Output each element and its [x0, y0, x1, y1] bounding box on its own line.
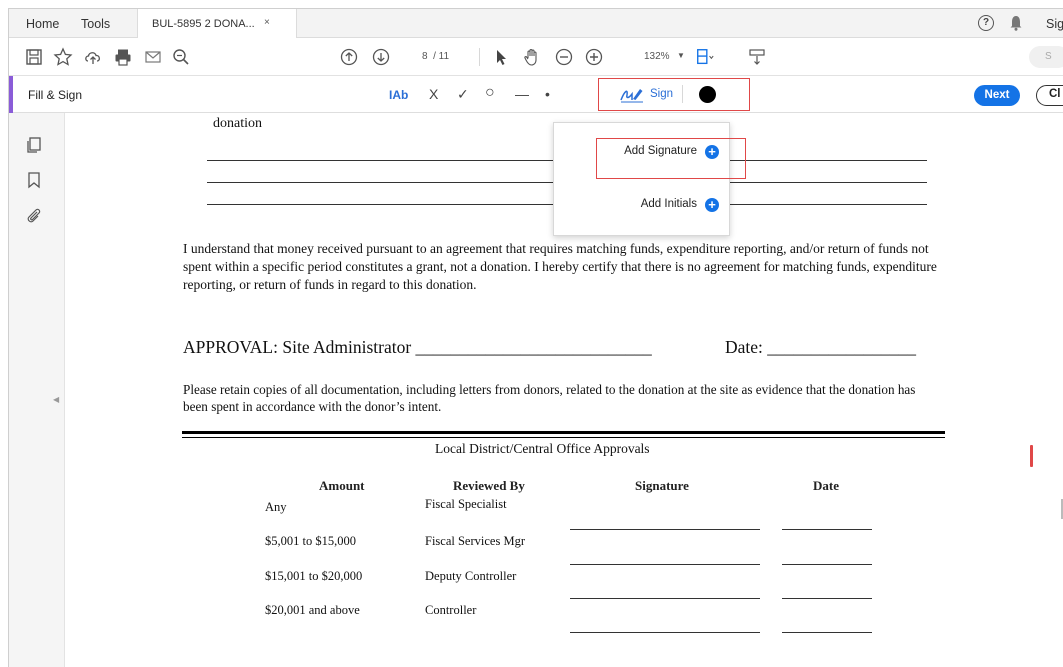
- signature-line: [570, 598, 760, 599]
- date-line: [782, 564, 872, 565]
- page-number-display[interactable]: 8 / 11: [422, 51, 449, 62]
- signature-line: [570, 529, 760, 530]
- signature-pen-icon[interactable]: [619, 86, 645, 103]
- table-cell-amount: $15,001 to $20,000: [265, 569, 363, 583]
- table-cell-reviewer: Fiscal Specialist: [425, 497, 507, 511]
- share-button-label: S: [1045, 51, 1052, 62]
- tab-document-label: BUL-5895 2 DONA...: [152, 18, 255, 30]
- fill-sign-accent-bar: [9, 76, 13, 113]
- table-cell-amount: $20,001 and above: [265, 603, 360, 617]
- approvals-section-title: Local District/Central Office Approvals: [435, 441, 650, 456]
- tab-bar: Home Tools BUL-5895 2 DONA... × ? Sig: [9, 9, 1063, 38]
- line-tool[interactable]: —: [515, 86, 529, 102]
- upload-cloud-icon[interactable]: [83, 47, 103, 67]
- hand-tool-icon[interactable]: [522, 47, 542, 67]
- ellipse-tool[interactable]: ○: [485, 84, 495, 102]
- retain-copies-paragraph: Please retain copies of all documentatio…: [183, 382, 916, 414]
- email-icon[interactable]: [143, 47, 163, 67]
- signature-line: [570, 564, 760, 565]
- add-initials-plus-icon: +: [705, 198, 719, 212]
- add-initials-menu-item[interactable]: Add Initials +: [641, 198, 719, 212]
- main-toolbar: 8 / 11 132% ▼ S: [9, 38, 1063, 76]
- select-cursor-icon[interactable]: [491, 47, 511, 67]
- toolbar-divider: [479, 48, 480, 66]
- collapse-panel-icon[interactable]: ◀: [53, 395, 59, 404]
- column-header-signature: Signature: [635, 478, 689, 493]
- add-text-tool[interactable]: IAb: [389, 86, 408, 102]
- tab-document[interactable]: BUL-5895 2 DONA... ×: [137, 9, 297, 38]
- fill-sign-toolbar: Fill & Sign IAb X ✓ ○ — • Sign Next Cl: [9, 76, 1063, 113]
- previous-page-icon[interactable]: [339, 47, 359, 67]
- tab-tools[interactable]: Tools: [81, 17, 110, 31]
- sign-divider: [682, 85, 683, 103]
- approval-line: APPROVAL: Site Administrator ___________…: [183, 337, 652, 357]
- left-navigation-rail: ◀: [9, 113, 65, 667]
- sign-in-link[interactable]: Sig: [1046, 17, 1063, 31]
- next-page-icon[interactable]: [371, 47, 391, 67]
- zoom-level[interactable]: 132%: [644, 51, 670, 62]
- section-divider-thick: [182, 431, 945, 434]
- save-icon[interactable]: [24, 47, 44, 67]
- add-initials-label: Add Initials: [640, 198, 697, 210]
- date-line: [782, 529, 872, 530]
- dot-tool[interactable]: •: [545, 86, 550, 102]
- cross-mark-tool[interactable]: X: [429, 86, 438, 102]
- close-button-label: Cl: [1049, 88, 1061, 100]
- red-annotation-mark: [1030, 445, 1033, 467]
- section-divider-thin: [182, 437, 945, 438]
- share-button[interactable]: S: [1029, 46, 1063, 68]
- page-current[interactable]: 8: [422, 51, 428, 62]
- close-fill-sign-button[interactable]: Cl: [1036, 85, 1063, 106]
- table-cell-reviewer: Controller: [425, 603, 477, 617]
- bookmarks-icon[interactable]: [25, 171, 43, 189]
- page-thumbnails-icon[interactable]: [25, 136, 43, 154]
- column-header-date: Date: [813, 478, 839, 493]
- date-line: [782, 632, 872, 633]
- help-icon[interactable]: ?: [978, 15, 994, 31]
- page-total: / 11: [433, 51, 450, 62]
- next-button[interactable]: Next: [974, 85, 1020, 106]
- zoom-out-icon[interactable]: [554, 47, 574, 67]
- approval-date-line: Date: _________________: [725, 337, 917, 357]
- checkmark-tool[interactable]: ✓: [457, 86, 469, 103]
- add-text-tool-label: Ab: [392, 88, 409, 102]
- zoom-in-icon[interactable]: [584, 47, 604, 67]
- sign-button[interactable]: Sign: [650, 88, 673, 100]
- attachments-icon[interactable]: [25, 207, 43, 225]
- tab-home[interactable]: Home: [26, 17, 59, 31]
- table-cell-reviewer: Fiscal Services Mgr: [425, 534, 525, 548]
- column-header-amount: Amount: [319, 478, 365, 493]
- keyboard-scroll-icon[interactable]: [747, 47, 767, 67]
- add-signature-highlight: [596, 138, 746, 179]
- table-cell-reviewer: Deputy Controller: [425, 569, 517, 583]
- ink-color-picker[interactable]: [699, 86, 716, 103]
- signature-line: [570, 632, 760, 633]
- zoom-search-icon[interactable]: [171, 47, 191, 67]
- certification-paragraph: I understand that money received pursuan…: [183, 241, 937, 292]
- print-icon[interactable]: [113, 47, 133, 67]
- zoom-dropdown-icon[interactable]: ▼: [677, 51, 685, 60]
- acrobat-window: Home Tools BUL-5895 2 DONA... × ? Sig 8 …: [8, 8, 1063, 667]
- bell-icon[interactable]: [1009, 15, 1023, 31]
- table-cell-amount: $5,001 to $15,000: [265, 534, 356, 548]
- date-line: [782, 598, 872, 599]
- fill-sign-title: Fill & Sign: [28, 88, 83, 102]
- bookmark-star-icon[interactable]: [53, 47, 73, 67]
- column-header-reviewed-by: Reviewed By: [453, 478, 525, 493]
- page-fit-icon[interactable]: [695, 47, 715, 67]
- donation-text: donation: [213, 116, 262, 131]
- close-tab-icon[interactable]: ×: [264, 17, 270, 28]
- table-cell-amount: Any: [265, 500, 287, 514]
